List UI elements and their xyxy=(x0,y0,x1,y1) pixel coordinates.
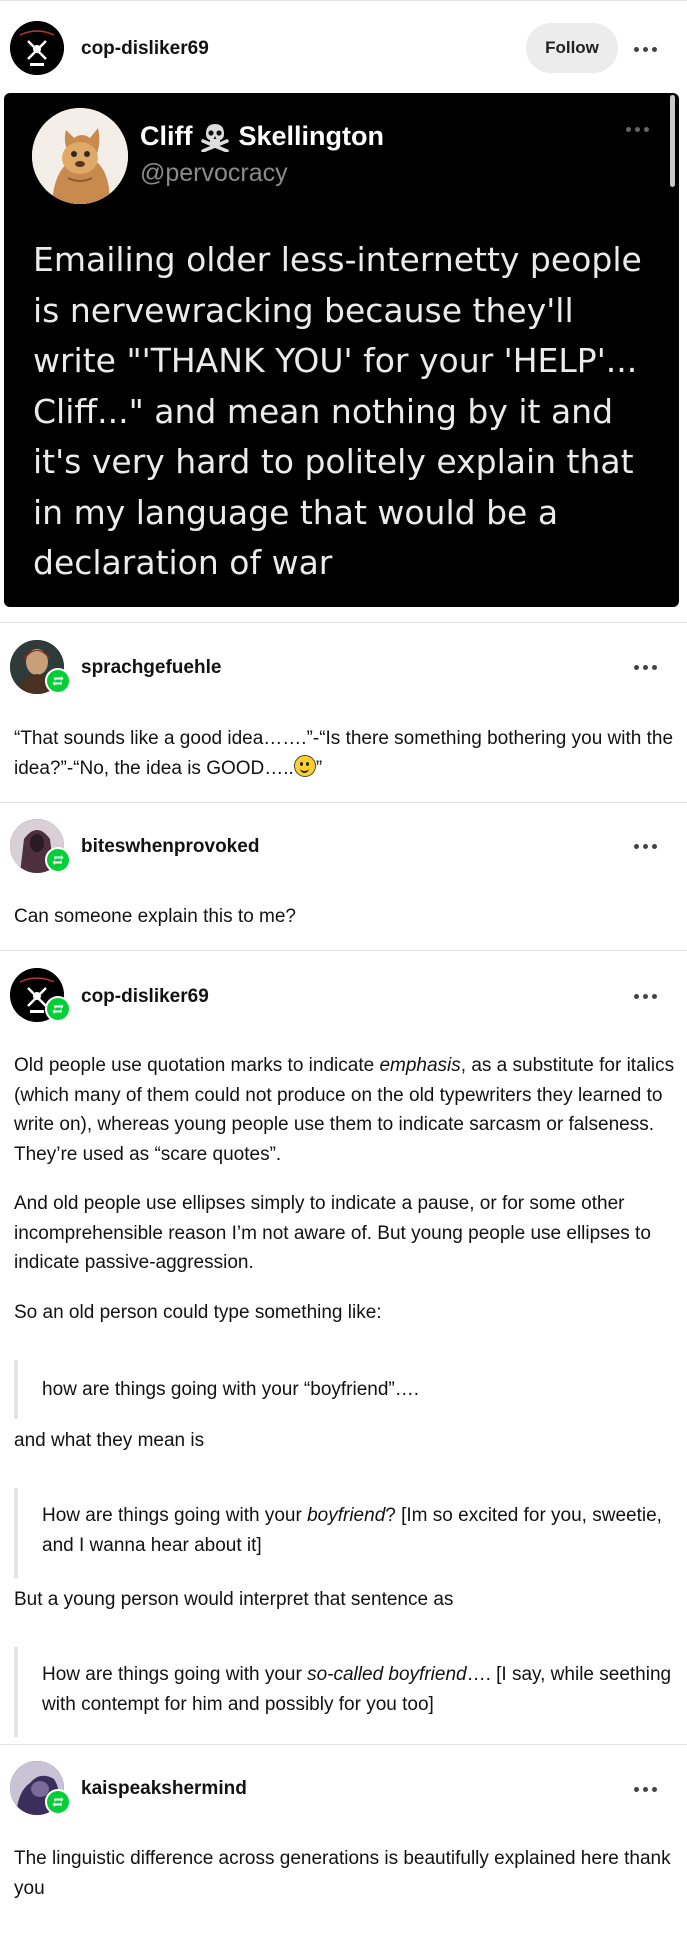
text-emphasis: so-called boyfriend xyxy=(307,1664,467,1685)
reblog-icon xyxy=(45,1789,71,1815)
more-options-icon[interactable] xyxy=(627,832,663,860)
tweet-handle: @pervocracy xyxy=(140,159,288,187)
blockquote: how are things going with your “boyfrien… xyxy=(14,1360,674,1419)
more-options-icon[interactable] xyxy=(627,1775,663,1803)
reblog-text: “That sounds like a good idea…….”-“Is th… xyxy=(14,724,676,783)
follow-button[interactable]: Follow xyxy=(526,23,618,73)
reblog-paragraph: But a young person would interpret that … xyxy=(14,1589,454,1610)
reblog-text: The linguistic difference across generat… xyxy=(14,1848,671,1899)
tweet-scrollbar xyxy=(670,95,675,187)
reblog-username[interactable]: cop-disliker69 xyxy=(81,986,209,1008)
tweet-display-name: Cliff Skellington xyxy=(140,121,384,152)
reblog-paragraph: and what they mean is xyxy=(14,1430,205,1451)
reblog-paragraph: So an old person could type something li… xyxy=(14,1302,382,1323)
reblog-icon xyxy=(45,668,71,694)
text-run: How are things going with your xyxy=(42,1505,308,1526)
more-options-icon[interactable] xyxy=(627,982,663,1010)
reblog-username[interactable]: biteswhenprovoked xyxy=(81,836,259,858)
tweet-avatar xyxy=(32,108,128,204)
tweet-display-name-last: Skellington xyxy=(238,121,384,151)
reblog-paragraph: And old people use ellipses simply to in… xyxy=(14,1193,651,1273)
blockquote: How are things going with your so-called… xyxy=(14,1647,674,1737)
post-thread: cop-disliker69 Follow Cliff Skellington … xyxy=(0,0,687,1936)
text-run: How are things going with your xyxy=(42,1664,308,1685)
reblog-text-main: “That sounds like a good idea…….”-“Is th… xyxy=(14,728,674,779)
text-emphasis: emphasis xyxy=(379,1055,461,1076)
divider xyxy=(0,802,687,803)
more-options-icon[interactable] xyxy=(627,35,663,63)
divider xyxy=(0,622,687,623)
reblog-text: Can someone explain this to me? xyxy=(14,906,296,927)
tweet-display-name-first: Cliff xyxy=(140,121,193,151)
post-username[interactable]: cop-disliker69 xyxy=(81,38,209,60)
reblog-icon xyxy=(45,996,71,1022)
reblog-text-end: ” xyxy=(315,757,323,779)
reblog-username[interactable]: sprachgefuehle xyxy=(81,657,221,679)
text-emphasis: boyfriend xyxy=(307,1505,386,1526)
smiley-emoji-icon xyxy=(293,754,316,777)
reblog-paragraph: Old people use quotation marks to indica… xyxy=(14,1051,676,1169)
post-header: cop-disliker69 Follow xyxy=(0,1,687,93)
avatar[interactable] xyxy=(10,21,64,75)
tweet-avatar-image xyxy=(32,108,128,204)
text-run: Old people use quotation marks to indica… xyxy=(14,1055,380,1076)
blockquote: How are things going with your boyfriend… xyxy=(14,1488,674,1578)
reblog-icon xyxy=(45,847,71,873)
more-options-icon[interactable] xyxy=(627,653,663,681)
tweet-more-icon xyxy=(626,127,649,132)
tweet-screenshot: Cliff Skellington @pervocracy Emailing o… xyxy=(4,93,679,607)
quote-text: how are things going with your “boyfrien… xyxy=(42,1379,420,1400)
skull-crossbones-icon xyxy=(201,123,230,152)
divider xyxy=(0,950,687,951)
avatar-image xyxy=(10,21,64,75)
reblog-username[interactable]: kaispeakshermind xyxy=(81,1778,247,1800)
tweet-text: Emailing older less-internetty people is… xyxy=(33,240,642,582)
divider xyxy=(0,1744,687,1745)
